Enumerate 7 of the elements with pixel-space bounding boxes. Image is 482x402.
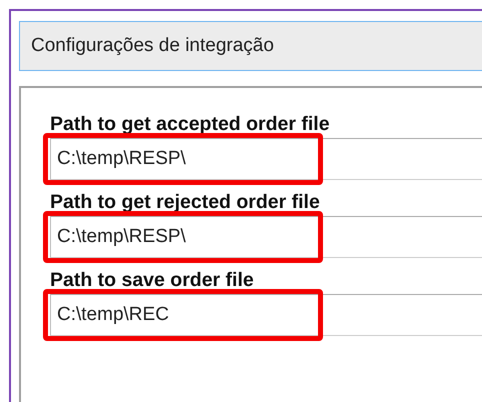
field-label: Path to get accepted order file	[50, 112, 331, 137]
section-title: Configurações de integração	[31, 35, 274, 57]
path-field[interactable]: C:\temp\RESP\	[50, 216, 482, 258]
field-label: Path to save order file	[50, 268, 255, 293]
path-field[interactable]: C:\temp\RESP\	[50, 138, 482, 180]
field-label: Path to get rejected order file	[50, 190, 321, 215]
path-field[interactable]: C:\temp\REC	[50, 294, 482, 336]
